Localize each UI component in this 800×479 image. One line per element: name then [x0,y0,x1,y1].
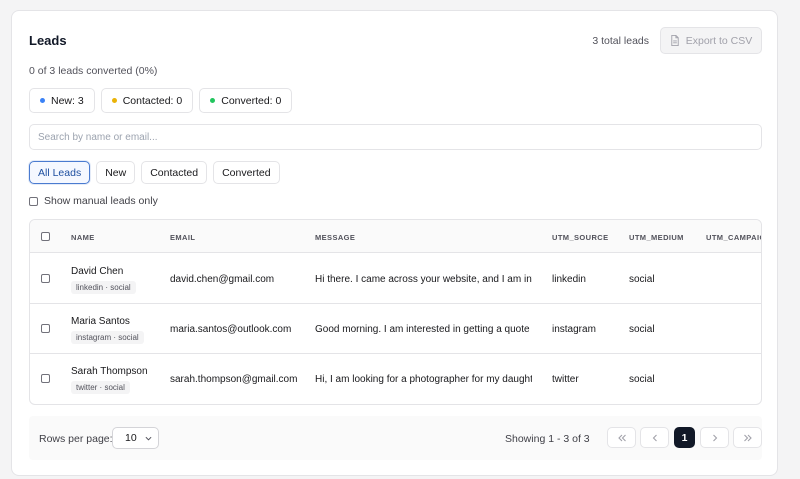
chevron-left-icon [652,434,657,441]
source-tag: linkedin · social [71,281,136,294]
lead-message: Hi, I am looking for a photographer for … [315,374,532,385]
table-row[interactable]: Maria Santos instagram · social maria.sa… [30,304,761,354]
source-tag: instagram · social [71,331,144,344]
chevron-down-icon [145,436,152,441]
conversion-summary: 0 of 3 leads converted (0%) [29,65,158,77]
leads-table: NAME EMAIL MESSAGE UTM_SOURCE UTM_MEDIUM… [29,219,762,405]
export-csv-label: Export to CSV [685,34,753,47]
lead-message: Hi there. I came across your website, an… [315,274,532,285]
lead-utm-medium: social [629,274,655,285]
status-pill-converted: Converted: 0 [199,88,293,113]
first-page-button[interactable] [607,427,636,448]
pagination-bar: Rows per page: 10 Showing 1 - 3 of 3 1 [29,416,762,460]
next-page-button[interactable] [700,427,729,448]
tab-contacted[interactable]: Contacted [141,161,208,184]
lead-email: david.chen@gmail.com [170,274,275,285]
status-dot-icon [40,98,45,103]
rows-per-page-select[interactable]: 10 [112,427,159,449]
status-pill-new: New: 3 [29,88,95,113]
total-leads-count: 3 total leads [592,35,649,47]
chevron-right-icon [712,434,717,441]
source-tag: twitter · social [71,381,130,394]
table-header: NAME EMAIL MESSAGE UTM_SOURCE UTM_MEDIUM… [30,220,761,253]
status-pill-label: Converted: 0 [221,94,282,107]
lead-name: David Chen [71,266,124,277]
filter-tabs: All Leads New Contacted Converted [29,161,280,184]
rows-per-page-value: 10 [125,432,137,444]
leads-card: Leads 3 total leads Export to CSV 0 of 3… [11,10,778,476]
manual-leads-toggle[interactable]: Show manual leads only [29,195,158,207]
page-title: Leads [29,33,67,48]
lead-email: sarah.thompson@gmail.com [170,374,298,385]
row-checkbox[interactable] [41,324,50,333]
status-dot-icon [111,98,117,103]
lead-utm-source: twitter [552,374,579,385]
lead-name: Sarah Thompson [71,366,148,377]
tab-all-leads[interactable]: All Leads [29,161,91,184]
chevrons-left-icon [617,434,626,441]
file-icon [671,35,679,46]
lead-name: Maria Santos [71,316,130,327]
export-csv-button[interactable]: Export to CSV [660,27,762,54]
previous-page-button[interactable] [640,427,669,448]
column-header-name[interactable]: NAME [71,233,95,242]
status-pill-contacted: Contacted: 0 [100,88,194,113]
last-page-button[interactable] [733,427,762,448]
column-header-message[interactable]: MESSAGE [315,233,355,242]
status-dot-icon [210,98,216,103]
lead-utm-source: instagram [552,324,596,335]
tab-new[interactable]: New [96,161,136,184]
row-checkbox[interactable] [41,374,50,383]
lead-email: maria.santos@outlook.com [170,324,292,335]
status-pills: New: 3 Contacted: 0 Converted: 0 [29,88,293,113]
chevrons-right-icon [743,434,752,441]
lead-utm-medium: social [629,374,655,385]
manual-leads-label: Show manual leads only [44,195,158,207]
page-button-current[interactable]: 1 [674,427,695,448]
column-header-utm-source[interactable]: UTM_SOURCE [552,233,609,242]
status-pill-label: New: 3 [51,94,84,107]
manual-leads-checkbox[interactable] [29,196,38,206]
column-header-utm-campaign[interactable]: UTM_CAMPAIGN [706,233,761,242]
row-checkbox[interactable] [41,274,50,283]
table-row[interactable]: Sarah Thompson twitter · social sarah.th… [30,354,761,404]
select-all-checkbox[interactable] [41,232,50,241]
lead-utm-medium: social [629,324,655,335]
search-input[interactable] [29,124,762,150]
table-row[interactable]: David Chen linkedin · social david.chen@… [30,254,761,304]
tab-converted[interactable]: Converted [213,161,280,184]
lead-message: Good morning. I am interested in getting… [315,324,532,335]
column-header-utm-medium[interactable]: UTM_MEDIUM [629,233,684,242]
rows-per-page-label: Rows per page: [39,433,113,445]
status-pill-label: Contacted: 0 [122,94,183,107]
showing-range: Showing 1 - 3 of 3 [505,433,590,445]
lead-utm-source: linkedin [552,274,586,285]
column-header-email[interactable]: EMAIL [170,233,195,242]
